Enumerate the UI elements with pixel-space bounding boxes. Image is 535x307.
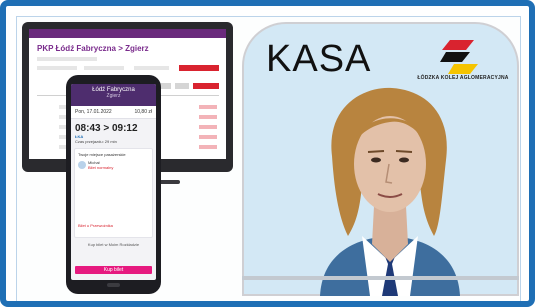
booth-sign: KASA xyxy=(266,38,372,80)
monitor-filter-button xyxy=(175,83,189,89)
cashier-illustration xyxy=(320,87,460,296)
phone-travel-time: Czas przejazdu: 29 min xyxy=(75,139,117,144)
status-badge: Bilet u Przewoźnika xyxy=(78,223,113,228)
phone-header: Łódź Fabryczna Zgierz xyxy=(71,84,156,106)
lka-logo-icon xyxy=(440,40,478,74)
phone-price: 10,80 zł xyxy=(134,109,152,115)
smartphone: Łódź Fabryczna Zgierz Pon, 17.01.2022 10… xyxy=(66,75,161,294)
monitor-field xyxy=(37,66,77,70)
phone-home-button xyxy=(107,283,120,287)
monitor-field xyxy=(84,66,124,70)
passenger-card: Twoje miejsce pasażerskie Michał Bilet n… xyxy=(74,148,153,238)
buy-ticket-link: Kup bilet w Moim Rozkładzie xyxy=(87,242,140,247)
monitor-filter-button-active xyxy=(193,83,219,89)
ticket-type-tag: Bilet normalny xyxy=(88,165,114,170)
phone-date-row: Pon, 17.01.2022 10,80 zł xyxy=(71,106,156,119)
monitor-subtitle-line xyxy=(37,57,97,61)
lka-logo-text: ŁÓDZKA KOLEJ AGLOMERACYJNA xyxy=(417,75,509,81)
monitor-price-cell xyxy=(199,135,217,139)
monitor-price-cell xyxy=(199,145,217,149)
phone-header-destination: Zgierz xyxy=(106,93,121,99)
monitor-topbar xyxy=(29,29,226,38)
passenger-card-title: Twoje miejsce pasażerskie xyxy=(78,152,126,157)
monitor-price-cell xyxy=(199,125,217,129)
monitor-search-button xyxy=(179,65,219,71)
phone-date: Pon, 17.01.2022 xyxy=(75,109,112,115)
monitor-route-title: PKP Łódź Fabryczna > Zgierz xyxy=(37,44,149,53)
phone-screen: Łódź Fabryczna Zgierz Pon, 17.01.2022 10… xyxy=(71,84,156,280)
monitor-price-cell xyxy=(199,105,217,109)
monitor-field xyxy=(134,66,169,70)
counter-rail xyxy=(242,276,519,280)
monitor-price-cell xyxy=(199,115,217,119)
phone-time-range: 08:43 > 09:12 xyxy=(75,123,138,134)
avatar xyxy=(78,161,86,169)
buy-ticket-button: Kup bilet xyxy=(75,266,152,274)
